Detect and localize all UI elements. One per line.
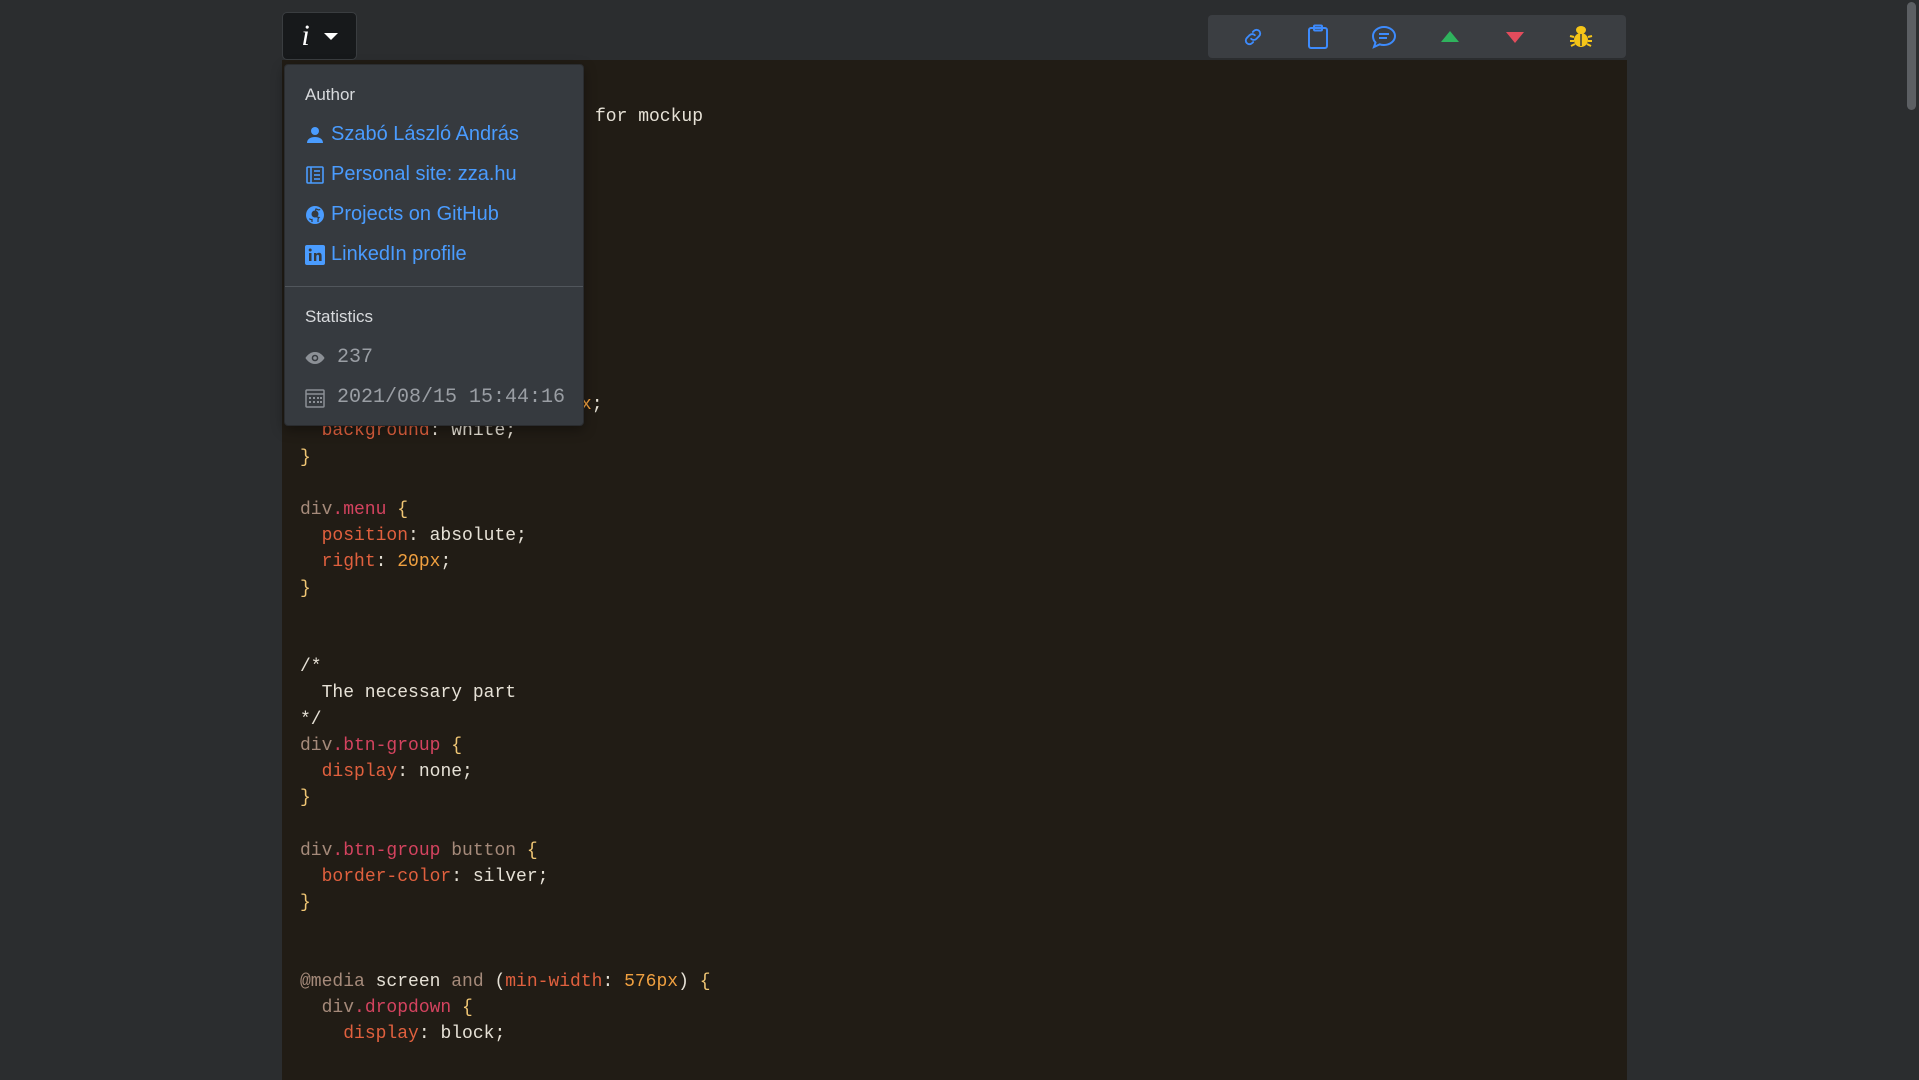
personal-site-link[interactable]: Personal site: zza.hu <box>305 163 517 186</box>
clipboard-icon <box>1308 24 1329 49</box>
views-count: 237 <box>305 346 373 369</box>
statistics-header: Statistics <box>305 307 374 326</box>
toolbar <box>1208 15 1626 58</box>
triangle-up-icon <box>1440 30 1459 42</box>
author-header: Author <box>305 85 356 104</box>
upvote-button[interactable] <box>1430 18 1470 56</box>
journal-icon <box>306 165 324 184</box>
github-icon <box>306 205 324 224</box>
person-icon <box>307 126 323 143</box>
scrollbar-thumb[interactable] <box>1907 2 1916 110</box>
author-name-link[interactable]: Szabó László András <box>305 123 519 146</box>
info-dropdown-toggle[interactable]: i <box>282 12 357 60</box>
linkedin-icon <box>305 244 325 265</box>
calendar-icon <box>305 388 325 408</box>
linkedin-link[interactable]: LinkedIn profile <box>305 243 467 266</box>
github-link[interactable]: Projects on GitHub <box>305 203 499 226</box>
comment-button[interactable] <box>1364 18 1404 56</box>
copy-to-clipboard-button[interactable] <box>1298 18 1338 56</box>
dropdown-divider <box>285 286 583 287</box>
eye-icon <box>305 351 325 364</box>
link-icon <box>1244 28 1261 45</box>
code-line-fragment: for mockup <box>595 107 704 127</box>
caret-down-icon <box>323 32 338 40</box>
comment-icon <box>1372 25 1397 49</box>
page-scrollbar[interactable] <box>1902 0 1919 1080</box>
published-date: 2021/08/15 15:44:16 <box>305 386 565 409</box>
copy-link-button[interactable] <box>1233 18 1273 56</box>
report-bug-button[interactable] <box>1561 18 1601 56</box>
bug-icon <box>1569 25 1593 47</box>
info-dropdown-menu: Author Szabó László András Personal site… <box>284 64 584 426</box>
downvote-button[interactable] <box>1495 18 1535 56</box>
triangle-down-icon <box>1506 31 1525 43</box>
info-icon: i <box>301 19 310 52</box>
